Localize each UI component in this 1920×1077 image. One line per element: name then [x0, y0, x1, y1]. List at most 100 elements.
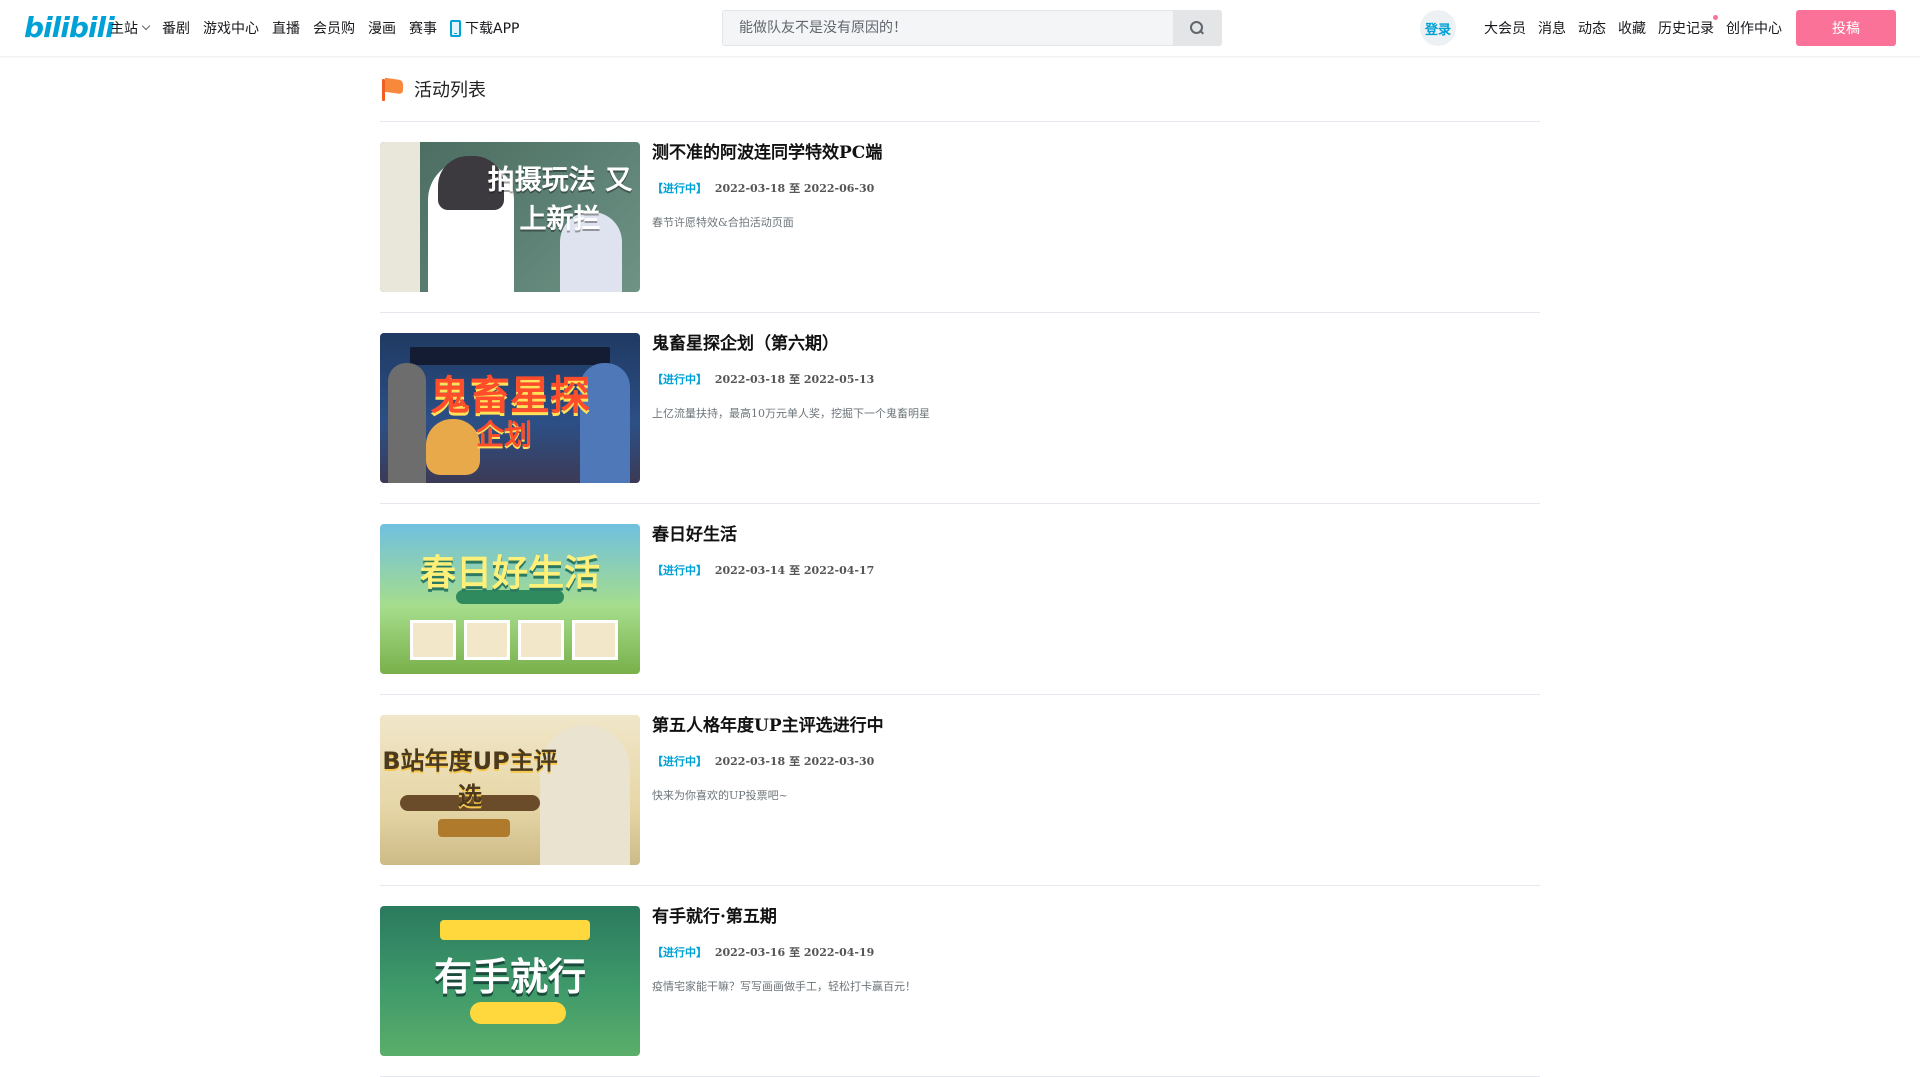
activity-item: B站年度UP主评选 第五人格年度UP主评选进行中 【进行中】 2022-03-1… — [380, 695, 1540, 886]
date-end: 2022-05-13 — [803, 373, 875, 386]
nav-item-label: 大会员 — [1484, 21, 1526, 37]
activity-title[interactable]: 有手就行·第五期 — [652, 906, 916, 928]
chevron-down-icon — [141, 21, 151, 31]
activity-meta: 【进行中】 2022-03-18 至 2022-06-30 — [652, 180, 882, 196]
date-end: 2022-04-19 — [803, 946, 875, 959]
nav-item-download-app[interactable]: 下载APP — [450, 18, 519, 38]
thumb-art-banner — [440, 920, 590, 940]
nav-item-esports[interactable]: 赛事 — [409, 18, 437, 38]
nav-item-live[interactable]: 直播 — [272, 18, 300, 38]
thumb-art-photo — [572, 620, 618, 660]
nav-item-favorites[interactable]: 收藏 — [1618, 18, 1646, 38]
date-start: 2022-03-18 — [714, 182, 786, 195]
date-separator: 至 — [789, 946, 801, 959]
activity-meta: 【进行中】 2022-03-18 至 2022-05-13 — [652, 371, 930, 387]
activity-list-section: 活动列表 拍摄玩法 又上新拦 测不准的阿波连同学特效PC端 【进行中】 2022… — [380, 56, 1540, 1077]
flag-icon — [380, 77, 404, 101]
nav-item-label: 漫画 — [368, 21, 396, 37]
thumb-art-badge — [470, 1002, 566, 1024]
date-start: 2022-03-16 — [714, 946, 786, 959]
date-separator: 至 — [789, 373, 801, 386]
activity-item: 春日好生活 春日好生活 【进行中】 2022-03-14 至 2022-04-1… — [380, 504, 1540, 695]
login-label: 登录 — [1424, 22, 1451, 38]
date-start: 2022-03-18 — [714, 373, 786, 386]
status-badge: 【进行中】 — [652, 373, 707, 386]
thumb-art-button — [438, 819, 510, 837]
thumbnail-title: 有手就行 — [433, 955, 586, 999]
activity-thumbnail[interactable]: 鬼畜星探 企划 — [380, 333, 640, 483]
nav-item-main[interactable]: 主站 — [110, 18, 151, 38]
nav-item-history[interactable]: 历史记录 — [1658, 15, 1718, 38]
nav-item-label: 创作中心 — [1726, 21, 1782, 37]
date-start: 2022-03-14 — [714, 564, 786, 577]
activity-title[interactable]: 测不准的阿波连同学特效PC端 — [652, 142, 882, 164]
top-header: bilibili 主站 番剧 游戏中心 直播 会员购 漫画 赛事 下载APP 能… — [0, 0, 1920, 56]
thumbnail-title: B站年度UP主评选 — [382, 747, 558, 810]
activity-item: 有手就行 有手就行·第五期 【进行中】 2022-03-16 至 2022-04… — [380, 886, 1540, 1077]
activity-description: 疫情宅家能干嘛？写写画画做手工，轻松打卡赢百元！ — [652, 980, 916, 993]
nav-item-manga[interactable]: 漫画 — [368, 18, 396, 38]
nav-right: 大会员 消息 动态 收藏 历史记录 创作中心 — [1484, 0, 1794, 56]
thumb-art-photo — [410, 620, 456, 660]
date-end: 2022-06-30 — [803, 182, 875, 195]
activity-description: 春节许愿特效&合拍活动页面 — [652, 216, 794, 229]
search-icon — [1190, 21, 1204, 35]
nav-item-label: 主站 — [110, 21, 138, 37]
nav-item-label: 直播 — [272, 21, 300, 37]
login-button[interactable]: 登录 — [1420, 10, 1456, 46]
nav-item-label: 赛事 — [409, 21, 437, 37]
date-end: 2022-04-17 — [803, 564, 875, 577]
status-badge: 【进行中】 — [652, 564, 707, 577]
activity-info: 有手就行·第五期 【进行中】 2022-03-16 至 2022-04-19 疫… — [652, 906, 916, 994]
activity-item: 鬼畜星探 企划 鬼畜星探企划（第六期） 【进行中】 2022-03-18 至 2… — [380, 313, 1540, 504]
date-separator: 至 — [789, 182, 801, 195]
activity-thumbnail[interactable]: 拍摄玩法 又上新拦 — [380, 142, 640, 292]
activity-thumbnail[interactable]: 春日好生活 — [380, 524, 640, 674]
section-header: 活动列表 — [380, 56, 1540, 122]
activity-item: 拍摄玩法 又上新拦 测不准的阿波连同学特效PC端 【进行中】 2022-03-1… — [380, 122, 1540, 313]
status-badge: 【进行中】 — [652, 755, 707, 768]
activity-meta: 【进行中】 2022-03-18 至 2022-03-30 — [652, 753, 884, 769]
nav-item-vip[interactable]: 大会员 — [1484, 18, 1526, 38]
thumb-art-character — [426, 419, 480, 475]
search-box — [722, 10, 1222, 46]
status-badge: 【进行中】 — [652, 946, 707, 959]
nav-item-label: 下载APP — [465, 21, 520, 37]
nav-item-dynamic[interactable]: 动态 — [1578, 18, 1606, 38]
activity-thumbnail[interactable]: 有手就行 — [380, 906, 640, 1056]
notification-dot-icon — [1713, 15, 1718, 20]
activity-title[interactable]: 春日好生活 — [652, 524, 874, 546]
date-separator: 至 — [789, 755, 801, 768]
nav-left: 主站 番剧 游戏中心 直播 会员购 漫画 赛事 下载APP — [110, 0, 532, 56]
activity-info: 鬼畜星探企划（第六期） 【进行中】 2022-03-18 至 2022-05-1… — [652, 333, 930, 421]
nav-item-mall[interactable]: 会员购 — [313, 18, 355, 38]
thumbnail-title: 拍摄玩法 又上新拦 — [487, 165, 633, 235]
status-badge: 【进行中】 — [652, 182, 707, 195]
thumb-art-photo — [518, 620, 564, 660]
bilibili-logo[interactable]: bilibili — [24, 12, 115, 44]
nav-item-game-center[interactable]: 游戏中心 — [203, 18, 259, 38]
activity-info: 第五人格年度UP主评选进行中 【进行中】 2022-03-18 至 2022-0… — [652, 715, 884, 803]
date-separator: 至 — [789, 564, 801, 577]
thumbnail-title: 春日好生活 — [419, 553, 600, 594]
activity-thumbnail[interactable]: B站年度UP主评选 — [380, 715, 640, 865]
section-title: 活动列表 — [414, 79, 486, 101]
nav-item-label: 会员购 — [313, 21, 355, 37]
nav-item-anime[interactable]: 番剧 — [162, 18, 190, 38]
nav-item-creator-center[interactable]: 创作中心 — [1726, 18, 1782, 38]
thumb-art-board — [380, 142, 420, 292]
search-button[interactable] — [1173, 11, 1221, 45]
phone-icon — [450, 19, 461, 37]
nav-item-messages[interactable]: 消息 — [1538, 18, 1566, 38]
nav-item-label: 消息 — [1538, 21, 1566, 37]
activity-info: 测不准的阿波连同学特效PC端 【进行中】 2022-03-18 至 2022-0… — [652, 142, 882, 230]
activity-title[interactable]: 鬼畜星探企划（第六期） — [652, 333, 930, 355]
upload-button[interactable]: 投稿 — [1796, 10, 1896, 46]
activity-meta: 【进行中】 2022-03-16 至 2022-04-19 — [652, 944, 916, 960]
search-input[interactable] — [723, 11, 1173, 45]
activity-title[interactable]: 第五人格年度UP主评选进行中 — [652, 715, 884, 737]
nav-item-label: 动态 — [1578, 21, 1606, 37]
thumb-art-photo — [464, 620, 510, 660]
activity-meta: 【进行中】 2022-03-14 至 2022-04-17 — [652, 562, 874, 578]
nav-item-label: 番剧 — [162, 21, 190, 37]
